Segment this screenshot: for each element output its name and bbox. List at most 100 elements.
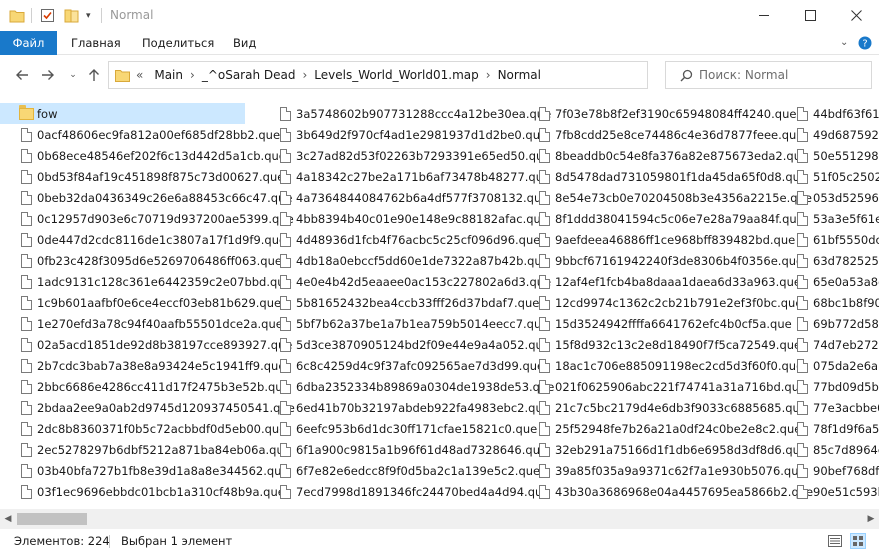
file-item[interactable]: 6c8c4259d4c9f37afc092565ae7d3d99.que xyxy=(259,355,544,376)
file-item[interactable]: 4a7364844084762b6a4df577f3708132.que xyxy=(259,187,548,208)
file-item[interactable]: 021f0625906abc221f74741a31a716bd.que xyxy=(518,376,806,397)
file-item[interactable]: 49d6875927962 xyxy=(776,124,879,145)
file-item[interactable]: 39a85f035a9a9371c62f7a1e930b5076.que xyxy=(518,460,806,481)
file-item[interactable]: 85c7d8964e3 xyxy=(776,439,879,460)
maximize-button[interactable] xyxy=(787,0,833,31)
file-item[interactable]: 90e51c593bd xyxy=(776,481,879,502)
expand-ribbon-icon[interactable]: ⌄ xyxy=(840,31,854,55)
search-box[interactable] xyxy=(665,61,872,89)
file-item[interactable]: 2bdaa2ee9a0ab2d9745d120937450541.que xyxy=(0,397,295,418)
breadcrumb-separator[interactable]: › xyxy=(302,68,307,82)
file-list[interactable]: fow 0acf48606ec9fa812a00ef685df28bb2.que 0… xyxy=(0,100,879,509)
search-input[interactable] xyxy=(699,68,859,82)
file-item[interactable]: 0c12957d903e6c70719d937200ae5399.que xyxy=(0,208,294,229)
file-item[interactable]: 4d48936d1fcb4f76acbc5c25cf096d96.que xyxy=(259,229,540,250)
file-item[interactable]: 18ac1c706e885091198ec2cd5d3f60f0.que xyxy=(518,355,803,376)
file-item[interactable]: 90bef768df6c xyxy=(776,460,879,481)
address-bar[interactable]: « Main › _^oSarah Dead › Levels_World_Wo… xyxy=(108,61,749,89)
scroll-left-icon[interactable]: ◀ xyxy=(0,509,16,529)
file-item[interactable]: 69b772d58d0 xyxy=(776,313,879,334)
file-item[interactable]: 3c27ad82d53f02263b7293391e65ed50.que xyxy=(259,145,550,166)
file-item[interactable]: 02a5acd1851de92d8b38197cce893927.que xyxy=(0,334,292,355)
file-item[interactable]: 2ec5278297b6dbf5212a871ba84eb06a.que xyxy=(0,439,291,460)
quick-access-dropdown-icon[interactable]: ▾ xyxy=(86,0,91,31)
properties-icon[interactable] xyxy=(40,0,55,31)
file-item[interactable]: 8beaddb0c54e8fa376a82e875673eda2.que xyxy=(518,145,808,166)
file-item[interactable]: 2b7cdc3bab7a38e8a93424e5c1941ff9.que xyxy=(0,355,285,376)
file-item[interactable]: 0acf48606ec9fa812a00ef685df28bb2.que xyxy=(0,124,280,145)
file-item[interactable]: 43b30a3686968e04a4457695ea5866b2.que xyxy=(518,481,813,502)
scroll-right-icon[interactable]: ▶ xyxy=(863,509,879,529)
file-item[interactable]: 0de447d2cdc8116de1c3807a17f1d9f9.que xyxy=(0,229,286,250)
file-item[interactable]: 32eb291a75166d1f1db6e6958d3df8d6.que xyxy=(518,439,807,460)
file-item[interactable]: 15d3524942ffffa6641762efc4b0cf5a.que xyxy=(518,313,792,334)
file-item[interactable]: 6eefc953b6d1dc30ff171cfae15821c0.que xyxy=(259,418,537,439)
file-item[interactable]: 77bd09d5b6f xyxy=(776,376,879,397)
tab-home[interactable]: Главная xyxy=(71,31,121,55)
file-item[interactable]: 053d525969c xyxy=(776,187,879,208)
file-item[interactable]: 03f1ec9696ebbdc01bcb1a310cf48b9a.que xyxy=(0,481,285,502)
tab-file[interactable]: Файл xyxy=(0,31,57,55)
file-item[interactable]: 8d5478dad731059801f1da45da65f0d8.que xyxy=(518,166,807,187)
file-item[interactable]: 7fb8cdd25e8ce74486c4e36d7877feee.que xyxy=(518,124,803,145)
file-item[interactable]: 6ed41b70b32197abdeb922fa4983ebc2.que xyxy=(259,397,550,418)
breadcrumb-main[interactable]: Main xyxy=(154,68,183,82)
close-button[interactable] xyxy=(833,0,879,31)
file-item[interactable]: 12af4ef1fcb4ba8daaa1daea6d33a963.que xyxy=(518,271,801,292)
file-item[interactable]: 15f8d932c13c2e8d18490f7f5ca72549.que xyxy=(518,334,801,355)
breadcrumb-sarah-dead[interactable]: _^oSarah Dead xyxy=(202,68,296,82)
file-item[interactable]: 4bb8394b40c01e90e148e9c88182afac.que xyxy=(259,208,548,229)
file-item[interactable]: 65e0a53a8d1 xyxy=(776,271,879,292)
file-item[interactable]: 12cd9974c1362c2cb21b791e2ef3f0bc.que xyxy=(518,292,802,313)
details-view-icon[interactable] xyxy=(827,533,843,549)
folder-icon[interactable] xyxy=(9,0,25,31)
large-icons-view-icon[interactable] xyxy=(850,533,866,549)
file-item[interactable]: 7ecd7998d1891346fc24470bed4a4d94.que xyxy=(259,481,549,502)
minimize-button[interactable] xyxy=(741,0,787,31)
file-item[interactable]: 0fb23c428f3095d6e5269706486ff063.que xyxy=(0,250,282,271)
file-item[interactable]: 6f1a900c9815a1b96f61d48ad7328646.que xyxy=(259,439,547,460)
up-button[interactable] xyxy=(82,63,106,87)
file-item[interactable]: 8e54e73cb0e70204508b3e4356a2215e.que xyxy=(518,187,812,208)
help-icon[interactable]: ? xyxy=(858,31,874,55)
file-item[interactable]: 4db18a0ebccf5dd60e1de7322a87b42b.que xyxy=(259,250,549,271)
file-item[interactable]: 50e551298bf0 xyxy=(776,145,879,166)
file-item[interactable]: 6f7e82e6edcc8f9f0d5ba2c1a139e5c2.que xyxy=(259,460,540,481)
file-item[interactable]: 53a3e5f61e42 xyxy=(776,208,879,229)
tab-share[interactable]: Поделиться xyxy=(142,31,214,55)
file-item[interactable]: 03b40bfa727b1fb8e39d1a8a8e344562.que xyxy=(0,460,289,481)
file-item[interactable]: 4a18342c27be2a171b6af73478b48277.que xyxy=(259,166,550,187)
file-item[interactable]: 3b649d2f970cf4ad1e2981937d1d2be0.que xyxy=(259,124,547,145)
file-item[interactable]: 9aefdeea46886ff1ce968bff839482bd.que xyxy=(518,229,795,250)
file-item[interactable]: 0b68ece48546ef202f6c13d442d5a1cb.que xyxy=(0,145,286,166)
file-item[interactable]: 4e0e4b42d5eaaee0ac153c227802a6d3.que xyxy=(259,271,551,292)
file-item[interactable]: 1adc9131c128c361e6442359c2e07bbd.que xyxy=(0,271,292,292)
file-item[interactable]: 2dc8b8360371f0b5c72acbbdf0d5eb00.que xyxy=(0,418,286,439)
file-item[interactable]: 2bbc6686e4286cc411d17f2475b3e52b.que xyxy=(0,376,290,397)
new-folder-icon[interactable] xyxy=(64,0,80,31)
breadcrumb-levels-map[interactable]: Levels_World_World01.map xyxy=(314,68,478,82)
scrollbar-thumb[interactable] xyxy=(17,513,87,525)
forward-button[interactable] xyxy=(36,63,60,87)
file-item[interactable]: 68bc1b8f909a xyxy=(776,292,879,313)
breadcrumb-separator[interactable]: › xyxy=(190,68,195,82)
folder-item[interactable]: fow xyxy=(0,103,245,124)
file-item[interactable]: 0beb32da0436349c26e6a88453c66c47.que xyxy=(0,187,292,208)
file-item[interactable]: 3a5748602b907731288ccc4a12be30ea.que xyxy=(259,103,551,124)
file-item[interactable]: 0bd53f84af19c451898f875c73d00627.que xyxy=(0,166,284,187)
back-button[interactable] xyxy=(10,63,34,87)
file-item[interactable]: 8f1ddd38041594c5c06e7e28a79aa84f.que xyxy=(518,208,804,229)
file-item[interactable]: 61bf5550dc22 xyxy=(776,229,879,250)
horizontal-scrollbar[interactable]: ◀ ▶ xyxy=(0,509,879,529)
file-item[interactable]: 9bbcf67161942240f3de8306b4f0356e.que xyxy=(518,250,803,271)
file-item[interactable]: 5d3ce3870905124bd2f09e44e9a4a052.que xyxy=(259,334,550,355)
file-item[interactable]: 1c9b601aafbf0e6ce4eccf03eb81b629.que xyxy=(0,292,281,313)
file-item[interactable]: 7f03e78b8f2ef3190c65948084ff4240.que xyxy=(518,103,796,124)
file-item[interactable]: 25f52948fe7b26a21a0df24c0be2e8c2.que xyxy=(518,418,801,439)
breadcrumb-normal[interactable]: Normal xyxy=(498,68,541,82)
breadcrumb-overflow[interactable]: « xyxy=(136,68,143,82)
file-item[interactable]: 6dba2352334b89869a0304de1938de53.que xyxy=(259,376,554,397)
file-item[interactable]: 74d7eb27230 xyxy=(776,334,879,355)
file-item[interactable]: 51f05c2502a3 xyxy=(776,166,879,187)
file-item[interactable]: 5bf7b62a37be1a7b1ea759b5014eecc7.que xyxy=(259,313,548,334)
